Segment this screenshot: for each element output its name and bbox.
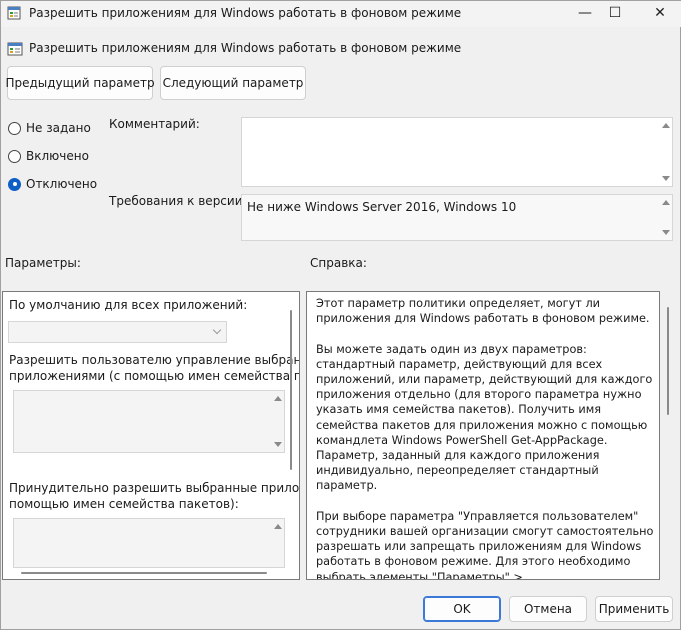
policy-dialog-window: Разрешить приложениям для Windows работа…	[0, 0, 681, 630]
window-title: Разрешить приложениям для Windows работа…	[29, 6, 462, 20]
cancel-button[interactable]: Отмена	[509, 596, 587, 622]
version-value: Не ниже Windows Server 2016, Windows 10	[247, 200, 517, 214]
radio-disabled[interactable]: Отключено	[8, 176, 97, 192]
help-paragraph-3: При выборе параметра "Управляется пользо…	[316, 509, 654, 580]
radio-enabled-circle[interactable]	[8, 149, 21, 163]
user-control-label-line1: Разрешить пользователю управление выбран…	[9, 353, 299, 367]
scroll-up-icon[interactable]	[274, 524, 282, 529]
scroll-down-icon[interactable]	[662, 176, 670, 181]
user-control-label-line2: приложениями (с помощью имен семейства п…	[9, 369, 300, 383]
radio-enabled[interactable]: Включено	[8, 148, 89, 164]
maximize-icon: ☐	[608, 5, 622, 21]
previous-setting-button[interactable]: Предыдущий параметр	[5, 66, 155, 100]
radio-disabled-circle[interactable]	[8, 177, 21, 191]
comment-textarea[interactable]	[241, 117, 673, 187]
policy-window-icon	[7, 6, 21, 20]
parameters-section-label: Параметры:	[5, 256, 81, 270]
scroll-up-icon[interactable]	[662, 123, 670, 128]
title-bar[interactable]: Разрешить приложениям для Windows работа…	[1, 1, 681, 27]
user-control-list-scrollbar[interactable]	[271, 391, 284, 452]
force-allow-list-scrollbar[interactable]	[271, 519, 284, 567]
default-for-all-apps-label: По умолчанию для всех приложений:	[9, 298, 248, 312]
help-section-label: Справка:	[310, 256, 367, 270]
radio-not-configured-label: Не задано	[26, 121, 91, 135]
radio-not-configured[interactable]: Не задано	[8, 120, 91, 136]
radio-enabled-label: Включено	[26, 149, 89, 163]
comment-label: Комментарий:	[109, 117, 200, 131]
radio-disabled-label: Отключено	[26, 177, 98, 191]
parameters-horizontal-scrollbar[interactable]	[21, 572, 267, 574]
scroll-down-icon[interactable]	[274, 442, 282, 447]
apply-button[interactable]: Применить	[595, 596, 673, 622]
force-allow-label-line2: помощью имен семейства пакетов):	[9, 497, 239, 511]
close-button[interactable]: ✕	[641, 1, 679, 27]
policy-header-title: Разрешить приложениям для Windows работа…	[29, 41, 462, 55]
scroll-up-icon[interactable]	[274, 396, 282, 401]
version-textbox: Не ниже Windows Server 2016, Windows 10	[241, 194, 673, 241]
close-icon: ✕	[654, 5, 666, 21]
force-allow-label-line1: Принудительно разрешить выбранные прилож…	[9, 481, 300, 495]
version-label: Требования к версии:	[109, 194, 247, 208]
help-panel: Этот параметр политики определяет, могут…	[306, 291, 660, 580]
scroll-down-icon[interactable]	[662, 230, 670, 235]
policy-setting-icon	[7, 42, 23, 56]
parameters-panel: По умолчанию для всех приложений: Разреш…	[2, 291, 300, 580]
force-allow-apps-list[interactable]	[13, 518, 285, 568]
user-control-apps-list[interactable]	[13, 390, 285, 453]
help-paragraph-2: Вы можете задать один из двух параметров…	[316, 342, 653, 493]
next-setting-button[interactable]: Следующий параметр	[160, 66, 306, 100]
parameters-vertical-scrollbar[interactable]	[290, 310, 292, 470]
help-vertical-scrollbar[interactable]	[667, 307, 669, 415]
chevron-down-icon	[212, 325, 222, 335]
scroll-up-icon[interactable]	[662, 200, 670, 205]
minimize-icon: —	[578, 5, 592, 21]
version-scrollbar[interactable]	[659, 195, 672, 240]
help-text: Этот параметр политики определяет, могут…	[316, 296, 658, 580]
default-for-all-apps-dropdown[interactable]	[8, 321, 227, 343]
ok-button[interactable]: OK	[423, 596, 501, 622]
radio-not-configured-circle[interactable]	[8, 121, 21, 135]
comment-scrollbar[interactable]	[659, 118, 672, 186]
maximize-button[interactable]: ☐	[596, 1, 634, 27]
help-paragraph-1: Этот параметр политики определяет, могут…	[316, 297, 650, 326]
